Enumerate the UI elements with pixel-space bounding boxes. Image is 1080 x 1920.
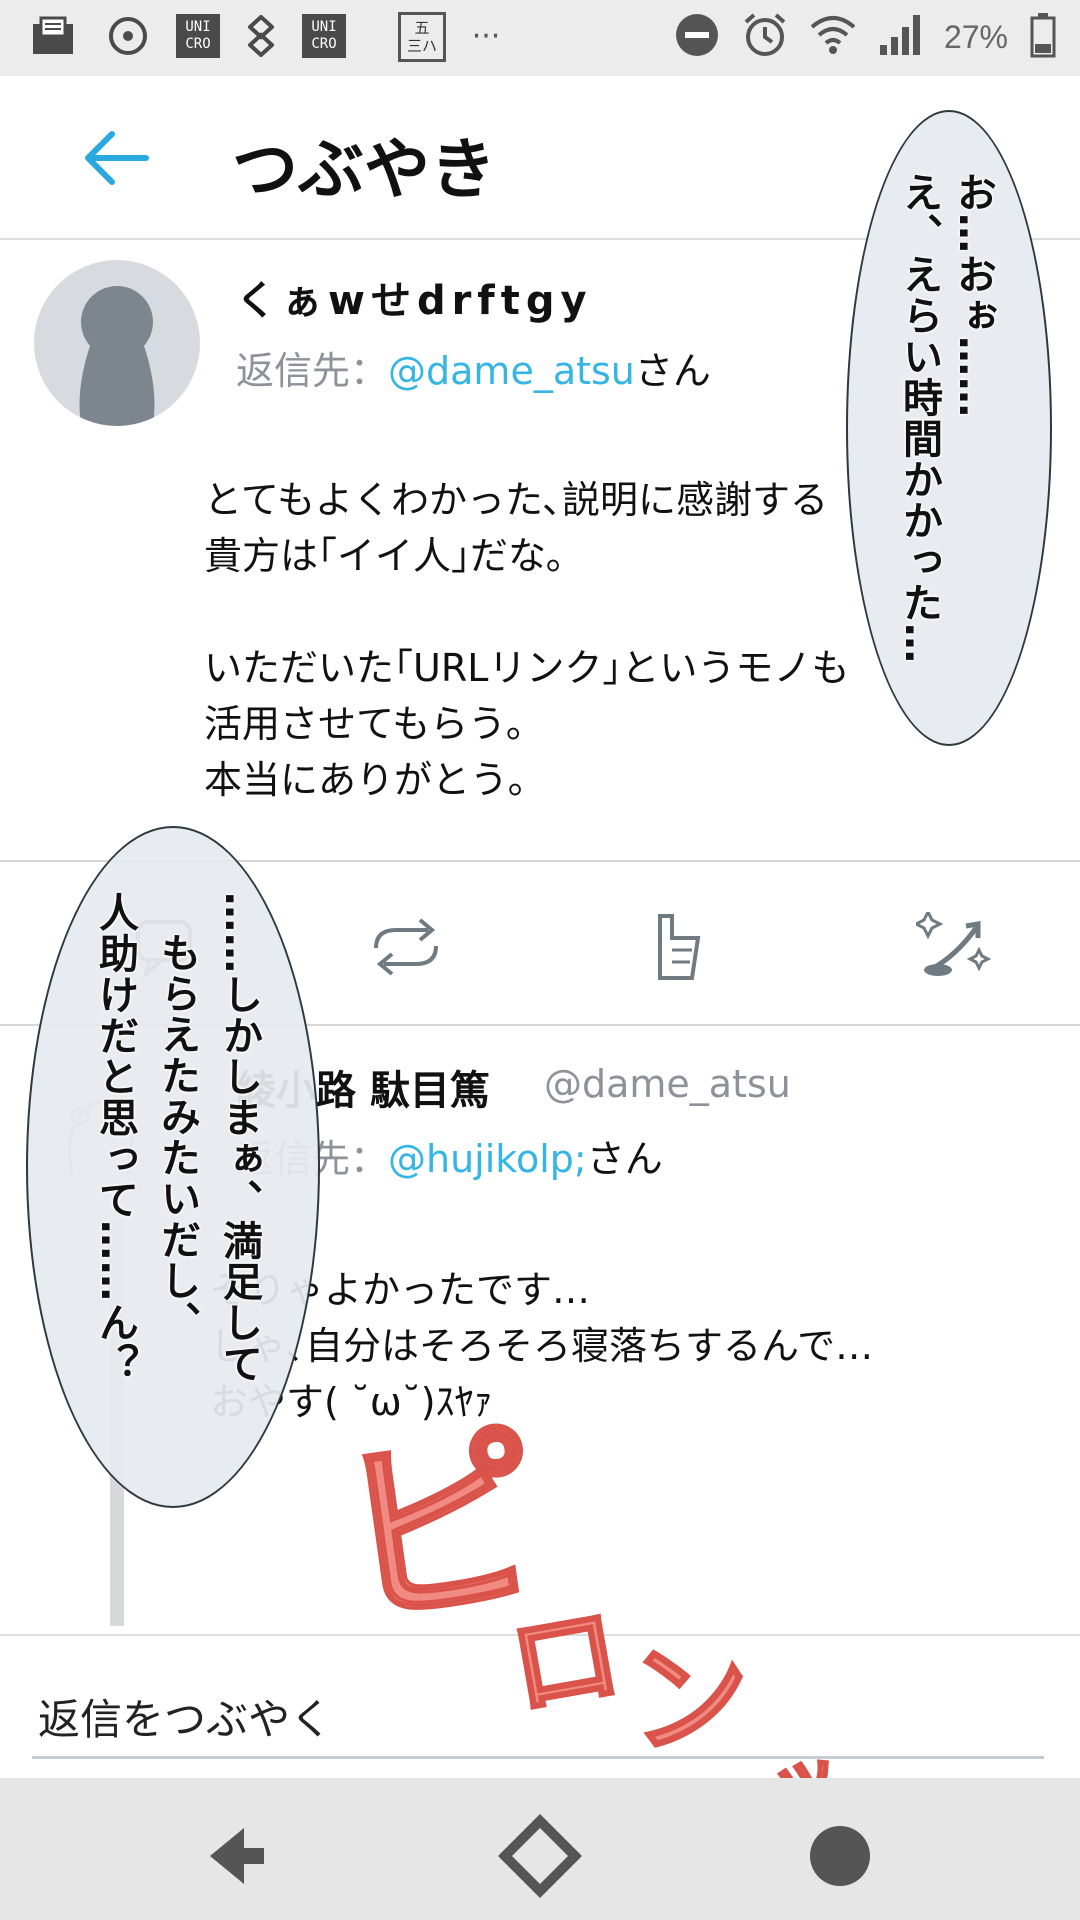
- reply-to-suffix: さん: [586, 1137, 663, 1181]
- signal-icon: [878, 13, 922, 61]
- reply-to-line: 返信先：@dame_atsuさん: [236, 340, 711, 395]
- reply-to-suffix: さん: [634, 349, 711, 393]
- system-nav-bar: [0, 1778, 1080, 1920]
- status-bar: UNI CRO UNI CRO 五 三ハ ··· 27%: [0, 0, 1080, 76]
- reply-mention-link[interactable]: @dame_atsu: [388, 349, 635, 393]
- user-display-name[interactable]: くぁwせdrftgy: [236, 268, 593, 326]
- reply-input-placeholder[interactable]: 返信をつぶやく: [38, 1686, 332, 1747]
- bubble-line: もらえたみたいだし、: [154, 932, 200, 1342]
- recents-icon[interactable]: [792, 1808, 888, 1904]
- diamond-chain-icon: [246, 14, 276, 58]
- speech-bubble-top: お…おぉ…… え、えらい時間かかった…: [846, 110, 1052, 746]
- bubble-line: え、えらい時間かかった…: [896, 172, 942, 664]
- battery-percent: 27%: [943, 18, 1008, 55]
- tweet-body: とてもよくわかった､説明に感謝する 貴方は｢イイ人｣だな｡ いただいた｢URLリ…: [204, 478, 850, 802]
- speech-bubble-left: ……しかしまぁ、満足して もらえたみたいだし、 人助けだと思って……ん？: [26, 826, 320, 1508]
- bubble-line: 人助けだと思って……ん？: [92, 892, 138, 1384]
- more-icon: ···: [471, 18, 501, 54]
- bubble-line: ……しかしまぁ、満足して: [216, 892, 262, 1384]
- bubble-line: お…おぉ……: [950, 172, 996, 418]
- back-arrow-icon[interactable]: [82, 128, 152, 188]
- kanji-app-icon: 五 三ハ: [398, 12, 446, 62]
- user-handle[interactable]: @dame_atsu: [544, 1062, 791, 1106]
- dnd-icon: [674, 12, 720, 62]
- retweet-icon[interactable]: [366, 912, 446, 982]
- battery-icon: [1030, 12, 1056, 62]
- default-user-icon: [79, 286, 155, 426]
- sfx-char: ピ: [330, 1401, 557, 1660]
- share-icon[interactable]: [912, 908, 996, 982]
- mail-icon: [30, 14, 76, 58]
- reply-composer[interactable]: 返信をつぶやく: [0, 1634, 1080, 1778]
- alarm-icon: [742, 12, 788, 62]
- reply-mention-link[interactable]: @hujikolp;: [388, 1137, 587, 1181]
- uniqlo-icon: UNI CRO: [176, 14, 220, 58]
- home-icon[interactable]: [492, 1808, 588, 1904]
- like-icon[interactable]: [636, 912, 716, 982]
- reply-input-underline: [32, 1756, 1044, 1759]
- avatar[interactable]: [34, 260, 200, 426]
- wifi-icon: [810, 15, 856, 59]
- back-icon[interactable]: [194, 1808, 290, 1904]
- page-title: つぶやき: [232, 131, 496, 208]
- disc-icon: [106, 14, 150, 58]
- reply-to-prefix: 返信先：: [236, 349, 389, 393]
- uniqlo-icon: UNI CRO: [302, 14, 346, 58]
